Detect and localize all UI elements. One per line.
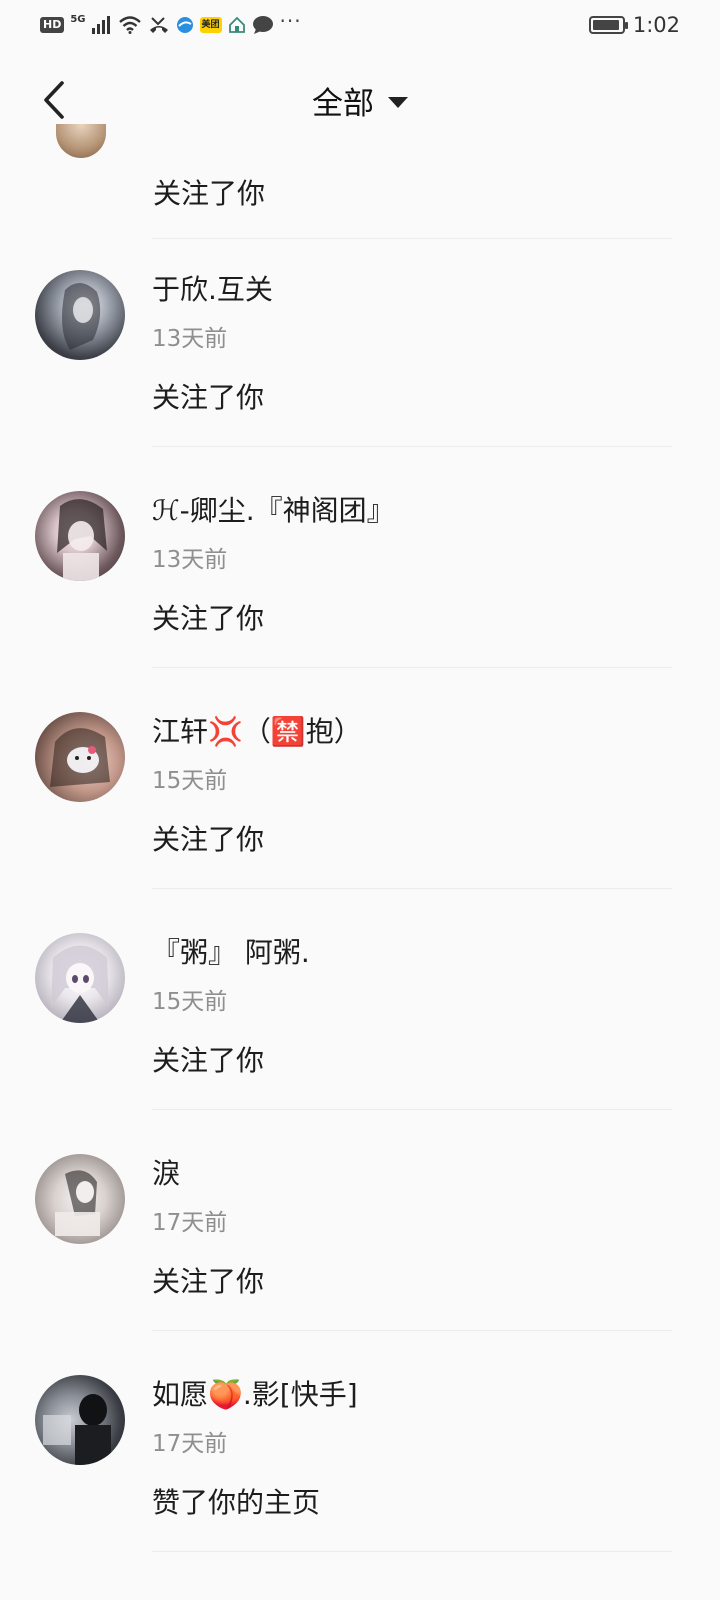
timestamp: 15天前 <box>152 768 228 794</box>
list-item[interactable]: 江轩💢（🈲抱） 15天前 关注了你 <box>0 682 720 903</box>
avatar[interactable] <box>35 933 125 1023</box>
divider <box>152 888 672 889</box>
browser-icon <box>176 16 194 34</box>
list-item[interactable]: 如愿🍑.影[快手] 17天前 赞了你的主页 <box>0 1345 720 1566</box>
filter-dropdown[interactable]: 全部 <box>0 78 720 123</box>
avatar[interactable] <box>35 1375 125 1465</box>
more-notifications-icon: ··· <box>279 9 302 33</box>
avatar[interactable] <box>35 712 125 802</box>
hd-badge: HD <box>40 17 65 33</box>
caret-down-icon <box>388 97 408 108</box>
status-right: 1:02 <box>588 13 680 37</box>
clock: 1:02 <box>632 13 680 37</box>
list-item[interactable]: 淚 17天前 关注了你 <box>0 1124 720 1345</box>
message-bubble-icon <box>252 15 274 35</box>
divider <box>152 667 672 668</box>
avatar[interactable] <box>35 1154 125 1244</box>
status-icons: HD 5G 美团 ··· <box>40 11 302 35</box>
status-bar: HD 5G 美团 ··· 1:02 <box>0 0 720 50</box>
timestamp: 15天前 <box>152 989 228 1015</box>
username[interactable]: 淚 <box>152 1152 180 1192</box>
top-nav: 全部 <box>0 50 720 154</box>
divider <box>152 238 672 239</box>
notification-action: 赞了你的主页 <box>152 1486 321 1519</box>
signal-icon <box>91 16 112 34</box>
notification-action: 关注了你 <box>152 602 265 635</box>
timestamp: 17天前 <box>152 1210 228 1236</box>
missed-call-icon <box>148 16 170 34</box>
divider <box>152 1330 672 1331</box>
notification-action: 关注了你 <box>152 381 265 414</box>
username[interactable]: 『粥』 阿粥. <box>152 931 310 971</box>
notification-action: 关注了你 <box>152 823 265 856</box>
list-item[interactable]: ℋ-卿尘.『神阁团』 13天前 关注了你 <box>0 461 720 682</box>
timestamp: 17天前 <box>152 1431 228 1457</box>
divider <box>152 1551 672 1552</box>
avatar[interactable] <box>35 491 125 581</box>
notification-action: 关注了你 <box>152 1265 265 1298</box>
avatar[interactable] <box>35 270 125 360</box>
home-icon <box>228 16 246 34</box>
network-type: 5G <box>70 13 86 25</box>
notification-action: 关注了你 <box>152 1044 265 1077</box>
list-item[interactable]: 『粥』 阿粥. 15天前 关注了你 <box>0 903 720 1124</box>
timestamp: 13天前 <box>152 326 228 352</box>
username[interactable]: ℋ-卿尘.『神阁团』 <box>152 489 395 529</box>
timestamp: 13天前 <box>152 547 228 573</box>
divider <box>152 446 672 447</box>
divider <box>152 1109 672 1110</box>
battery-icon <box>588 16 628 34</box>
username[interactable]: 于欣.互关 <box>152 268 273 308</box>
username[interactable]: 如愿🍑.影[快手] <box>152 1373 358 1413</box>
battery-level <box>592 20 620 30</box>
username[interactable]: 江轩💢（🈲抱） <box>152 710 362 750</box>
list-item[interactable]: 于欣.互关 13天前 关注了你 <box>0 240 720 461</box>
meituan-icon: 美团 <box>199 17 222 33</box>
page-title: 全部 <box>312 86 374 122</box>
wifi-icon <box>118 16 142 34</box>
notification-action: 关注了你 <box>153 177 266 210</box>
